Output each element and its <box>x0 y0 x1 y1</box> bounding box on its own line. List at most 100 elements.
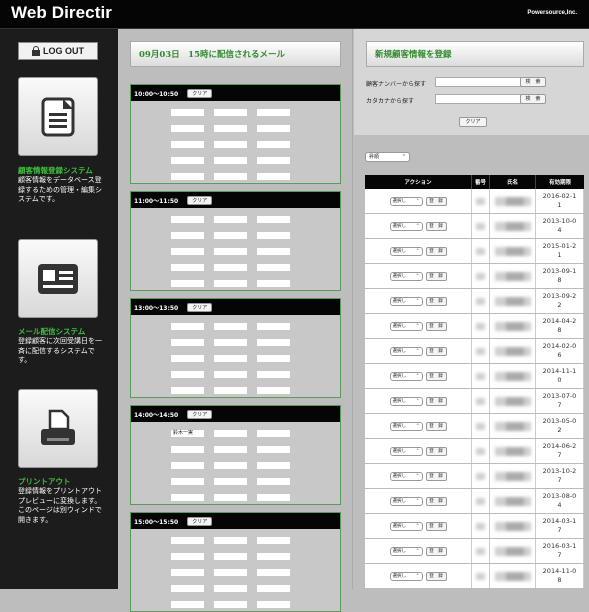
recipient-cell[interactable] <box>256 370 291 379</box>
recipient-cell[interactable] <box>170 600 205 609</box>
recipient-cell[interactable] <box>170 461 205 470</box>
recipient-cell[interactable] <box>256 156 291 165</box>
recipient-cell[interactable] <box>256 140 291 149</box>
register-button[interactable]: 登 録 <box>425 396 447 406</box>
recipient-cell[interactable] <box>170 445 205 454</box>
register-button[interactable]: 登 録 <box>425 371 447 381</box>
action-select[interactable]: 選択し ⌃ <box>389 571 423 581</box>
register-button[interactable]: 登 録 <box>425 421 447 431</box>
recipient-cell[interactable] <box>170 536 205 545</box>
register-button[interactable]: 登 録 <box>425 496 447 506</box>
recipient-cell[interactable] <box>213 172 248 181</box>
logout-button[interactable]: LOG OUT <box>18 42 98 60</box>
recipient-cell[interactable]: 鈴木一実 <box>170 429 205 438</box>
recipient-cell[interactable] <box>213 600 248 609</box>
recipient-cell[interactable] <box>256 279 291 288</box>
search-kana-button[interactable]: 検 索 <box>520 94 546 104</box>
action-select[interactable]: 選択し ⌃ <box>389 421 423 431</box>
recipient-cell[interactable] <box>213 279 248 288</box>
recipient-cell[interactable] <box>170 552 205 561</box>
recipient-cell[interactable] <box>256 263 291 272</box>
recipient-cell[interactable] <box>256 354 291 363</box>
recipient-cell[interactable] <box>213 386 248 395</box>
recipient-cell[interactable] <box>256 231 291 240</box>
action-select[interactable]: 選択し ⌃ <box>389 446 423 456</box>
recipient-cell[interactable] <box>213 108 248 117</box>
recipient-cell[interactable] <box>213 568 248 577</box>
recipient-cell[interactable] <box>213 370 248 379</box>
recipient-cell[interactable] <box>213 156 248 165</box>
recipient-cell[interactable] <box>170 322 205 331</box>
action-select[interactable]: 選択し ⌃ <box>389 221 423 231</box>
recipient-cell[interactable] <box>256 215 291 224</box>
app-logo[interactable]: Web Directir <box>11 3 112 23</box>
recipient-cell[interactable] <box>213 140 248 149</box>
recipient-cell[interactable] <box>213 322 248 331</box>
recipient-cell[interactable] <box>213 445 248 454</box>
recipient-cell[interactable] <box>256 445 291 454</box>
recipient-cell[interactable] <box>213 461 248 470</box>
register-button[interactable]: 登 録 <box>425 571 447 581</box>
recipient-cell[interactable] <box>256 338 291 347</box>
recipient-cell[interactable] <box>170 263 205 272</box>
recipient-cell[interactable] <box>213 231 248 240</box>
register-button[interactable]: 登 録 <box>425 271 447 281</box>
customer-registration-nav-button[interactable] <box>18 77 98 156</box>
action-select[interactable]: 選択し ⌃ <box>389 371 423 381</box>
recipient-cell[interactable] <box>213 477 248 486</box>
slot-clear-button[interactable]: クリア <box>187 195 213 205</box>
action-select[interactable]: 選択し ⌃ <box>389 396 423 406</box>
register-button[interactable]: 登 録 <box>425 196 447 206</box>
recipient-cell[interactable] <box>256 124 291 133</box>
recipient-cell[interactable] <box>213 429 248 438</box>
action-select[interactable]: 選択し ⌃ <box>389 246 423 256</box>
recipient-cell[interactable] <box>256 552 291 561</box>
action-select[interactable]: 選択し ⌃ <box>389 496 423 506</box>
recipient-cell[interactable] <box>213 247 248 256</box>
register-button[interactable]: 登 録 <box>425 221 447 231</box>
action-select[interactable]: 選択し ⌃ <box>389 471 423 481</box>
recipient-cell[interactable] <box>213 124 248 133</box>
recipient-cell[interactable] <box>170 124 205 133</box>
recipient-cell[interactable] <box>256 429 291 438</box>
register-button[interactable]: 登 録 <box>425 321 447 331</box>
recipient-cell[interactable] <box>170 247 205 256</box>
action-select[interactable]: 選択し ⌃ <box>389 321 423 331</box>
search-number-button[interactable]: 検 索 <box>520 77 546 87</box>
recipient-cell[interactable] <box>256 600 291 609</box>
recipient-cell[interactable] <box>213 536 248 545</box>
recipient-cell[interactable] <box>170 279 205 288</box>
recipient-cell[interactable] <box>170 386 205 395</box>
recipient-cell[interactable] <box>170 172 205 181</box>
recipient-cell[interactable] <box>256 493 291 502</box>
register-button[interactable]: 登 録 <box>425 296 447 306</box>
recipient-cell[interactable] <box>170 477 205 486</box>
recipient-cell[interactable] <box>256 247 291 256</box>
slot-clear-button[interactable]: クリア <box>187 302 213 312</box>
slot-clear-button[interactable]: クリア <box>187 409 213 419</box>
action-select[interactable]: 選択し ⌃ <box>389 296 423 306</box>
recipient-cell[interactable] <box>256 461 291 470</box>
recipient-cell[interactable] <box>170 215 205 224</box>
action-select[interactable]: 選択し ⌃ <box>389 546 423 556</box>
recipient-cell[interactable] <box>170 338 205 347</box>
recipient-cell[interactable] <box>170 568 205 577</box>
register-button[interactable]: 登 録 <box>425 246 447 256</box>
recipient-cell[interactable] <box>170 140 205 149</box>
recipient-cell[interactable] <box>170 156 205 165</box>
action-select[interactable]: 選択し ⌃ <box>389 196 423 206</box>
action-select[interactable]: 選択し ⌃ <box>389 521 423 531</box>
recipient-cell[interactable] <box>256 386 291 395</box>
recipient-cell[interactable] <box>213 493 248 502</box>
recipient-cell[interactable] <box>213 338 248 347</box>
recipient-cell[interactable] <box>256 108 291 117</box>
recipient-cell[interactable] <box>170 493 205 502</box>
sort-order-select[interactable]: 昇順 ⌃ <box>365 152 410 162</box>
register-button[interactable]: 登 録 <box>425 546 447 556</box>
register-button[interactable]: 登 録 <box>425 521 447 531</box>
recipient-cell[interactable] <box>170 370 205 379</box>
recipient-cell[interactable] <box>170 354 205 363</box>
action-select[interactable]: 選択し ⌃ <box>389 346 423 356</box>
slot-clear-button[interactable]: クリア <box>187 88 213 98</box>
printout-nav-button[interactable] <box>18 389 98 468</box>
